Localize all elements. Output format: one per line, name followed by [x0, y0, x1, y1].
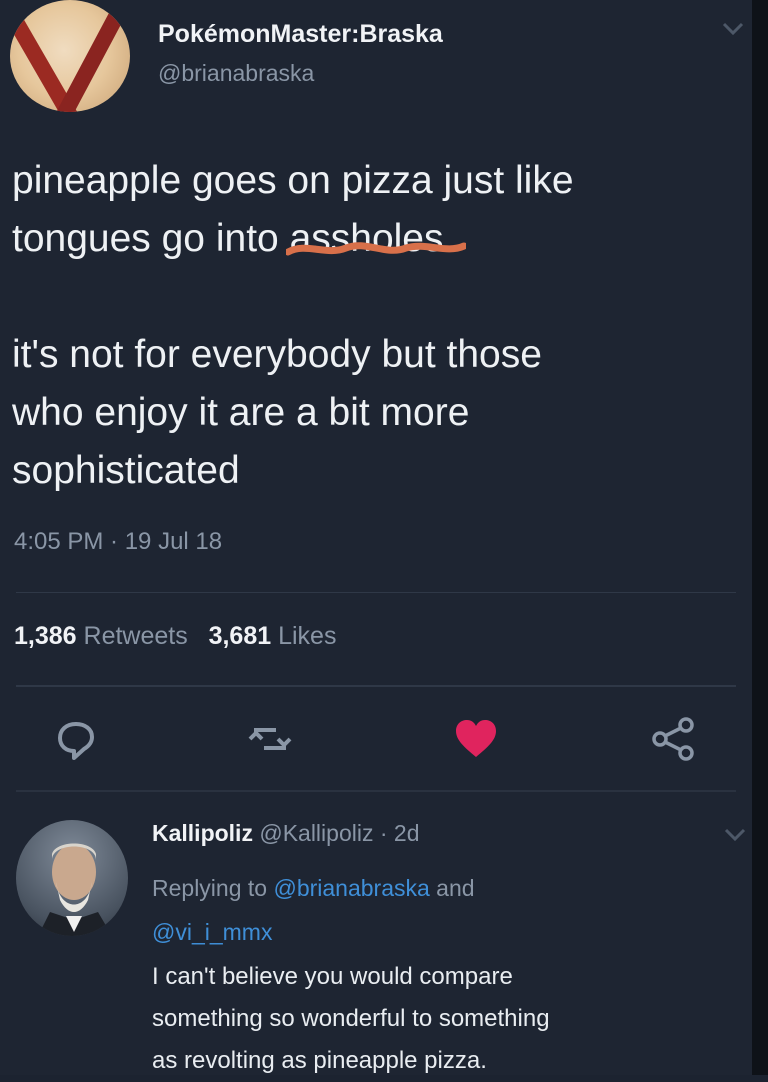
tweet-line: sophisticated: [12, 449, 240, 492]
retweet-icon[interactable]: [246, 715, 294, 763]
like-count[interactable]: 3,681: [209, 622, 272, 650]
scribbled-word: assholes: [285, 210, 466, 268]
replying-prefix: Replying to: [152, 875, 274, 901]
reply-line: I can't believe you would compare: [152, 963, 513, 990]
tweet-line: tongues go into assholes: [12, 210, 732, 268]
tweet-line-start: tongues go into: [12, 217, 290, 260]
heart-icon[interactable]: [452, 715, 500, 763]
reply-header: Kallipoliz @Kallipoliz · 2d: [152, 820, 419, 847]
reply-avatar[interactable]: [16, 820, 128, 936]
scrollbar-track[interactable]: [752, 0, 768, 1075]
divider: [16, 790, 736, 792]
reply-icon[interactable]: [52, 715, 100, 763]
tweet-timestamp[interactable]: 4:05 PM · 19 Jul 18: [14, 528, 222, 556]
tweet-line: it's not for everybody but those: [12, 333, 542, 376]
chevron-down-icon[interactable]: [720, 822, 750, 846]
reply-handle-time[interactable]: @Kallipoliz · 2d: [259, 820, 419, 846]
display-name[interactable]: PokémonMaster:Braska: [158, 20, 443, 49]
mention-link[interactable]: @vi_i_mmx: [152, 919, 272, 945]
retweet-label[interactable]: Retweets: [84, 622, 188, 650]
tweet-line: who enjoy it are a bit more: [12, 391, 470, 434]
like-label[interactable]: Likes: [278, 622, 336, 650]
mention-link[interactable]: @brianabraska: [273, 875, 429, 901]
chevron-down-icon[interactable]: [718, 16, 748, 40]
scribble-mark: [285, 242, 466, 256]
reply-text: I can't believe you would compare someth…: [152, 956, 742, 1082]
avatar[interactable]: [10, 0, 130, 112]
reply-line: something so wonderful to something: [152, 1005, 550, 1032]
reply-display-name[interactable]: Kallipoliz: [152, 820, 253, 846]
tweet-line: pineapple goes on pizza just like: [12, 159, 574, 202]
divider: [16, 592, 736, 593]
reply-line: as revolting as pineapple pizza.: [152, 1047, 487, 1074]
tweet-stats: 1,386 Retweets 3,681 Likes: [14, 622, 336, 651]
replying-and: and: [429, 875, 475, 901]
divider: [16, 685, 736, 687]
tweet-text: pineapple goes on pizza just like tongue…: [12, 152, 732, 500]
replying-to: Replying to @brianabraska and @vi_i_mmx: [152, 866, 712, 954]
share-icon[interactable]: [650, 715, 698, 763]
avatar-portrait: [38, 843, 112, 936]
retweet-count[interactable]: 1,386: [14, 622, 77, 650]
user-handle[interactable]: @brianabraska: [158, 60, 314, 87]
